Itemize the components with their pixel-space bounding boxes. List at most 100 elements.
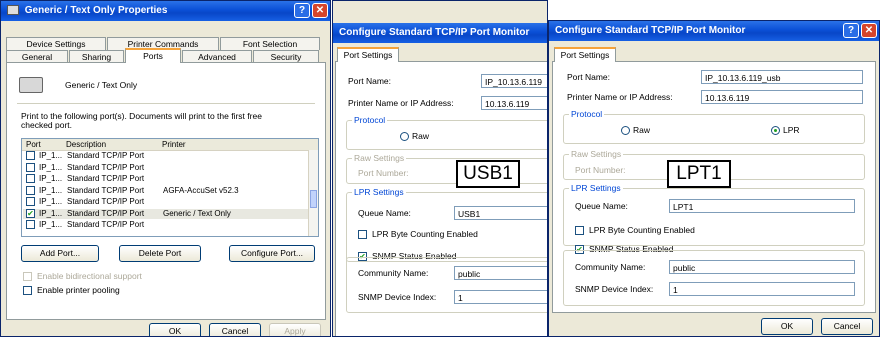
description-cell: Standard TCP/IP Port (67, 174, 145, 183)
description-cell: Standard TCP/IP Port (67, 220, 145, 229)
port-checkbox[interactable] (26, 197, 35, 206)
port-cell: IP_1... (39, 162, 63, 172)
lpt-snmp-index-field[interactable]: 1 (669, 282, 855, 296)
lpt-lpr-settings-group (563, 188, 865, 246)
pooling-checkbox[interactable] (23, 286, 32, 295)
usb-community-label: Community Name: (358, 268, 429, 278)
lpt-queue-field[interactable]: LPT1 (669, 199, 855, 213)
usb-title: Configure Standard TCP/IP Port Monitor (339, 27, 530, 38)
lpt-help-button[interactable]: ? (843, 23, 859, 38)
port-cell: IP_1... (39, 185, 63, 195)
lpt-close-button[interactable]: ✕ (861, 23, 877, 38)
lpt-lpr-settings-title: LPR Settings (569, 183, 623, 193)
port-cell: IP_1... (39, 151, 63, 160)
printer-name: Generic / Text Only (65, 80, 138, 90)
port-row[interactable]: IP_1... Standard TCP/IP Port (23, 151, 308, 161)
lpt-callout-label: LPT1 (667, 160, 731, 188)
lpt-tab-port-settings[interactable]: Port Settings (554, 47, 616, 62)
lpt-port-name-label: Port Name: (567, 72, 610, 82)
port-checkbox[interactable] (26, 174, 35, 183)
lpt-port-number-label: Port Number: (575, 165, 626, 175)
lpt-protocol-group (563, 114, 865, 144)
usb-queue-field[interactable]: USB1 (454, 206, 547, 220)
lpt-community-field[interactable]: public (669, 260, 855, 274)
col-description[interactable]: Description (66, 139, 106, 150)
usb-lpr-byte-label: LPR Byte Counting Enabled (372, 229, 478, 239)
port-row[interactable]: IP_1... Standard TCP/IP Port (23, 197, 308, 207)
ports-list[interactable]: Port Description Printer IP_1... Standard… (21, 138, 319, 237)
help-button[interactable]: ? (294, 3, 310, 18)
lpt-raw-radio[interactable] (621, 126, 630, 135)
port-cell: IP_1... (39, 220, 63, 229)
tab-device-settings[interactable]: Device Settings (6, 37, 106, 50)
usb-titlebar[interactable]: Configure Standard TCP/IP Port Monitor (333, 23, 547, 43)
lpt-cancel-button[interactable]: Cancel (821, 318, 873, 335)
divider (17, 103, 315, 104)
usb-tab-port-settings[interactable]: Port Settings (337, 47, 399, 62)
port-row[interactable]: IP_1... Standard TCP/IP Port AGFA-AccuSet … (23, 185, 308, 196)
lpt-title: Configure Standard TCP/IP Port Monitor (555, 25, 746, 36)
usb-snmp-index-field[interactable]: 1 (454, 290, 547, 304)
usb-lpr-byte-checkbox[interactable] (358, 230, 367, 239)
description-cell: Standard TCP/IP Port (67, 208, 145, 218)
port-cell: IP_1... (39, 208, 63, 218)
usb-port-name-field[interactable]: IP_10.13.6.119 (481, 74, 547, 88)
port-checkbox[interactable] (26, 162, 35, 172)
bidirectional-checkbox[interactable] (23, 272, 32, 281)
port-row[interactable]: IP_1... Standard TCP/IP Port (23, 220, 308, 230)
usb-queue-label: Queue Name: (358, 208, 411, 218)
col-port[interactable]: Port (26, 139, 41, 150)
tab-ports[interactable]: Ports (125, 48, 181, 63)
port-row[interactable]: ✔ IP_1... Standard TCP/IP Port Generic / Te… (23, 208, 308, 219)
configure-port-button[interactable]: Configure Port... (229, 245, 315, 262)
lpt-lpr-byte-label: LPR Byte Counting Enabled (589, 225, 695, 235)
lpt-queue-label: Queue Name: (575, 201, 628, 211)
lpt-lpr-byte-checkbox[interactable] (575, 226, 584, 235)
printer-icon (19, 77, 43, 93)
usb-port-name-label: Port Name: (348, 76, 391, 86)
port-cell: IP_1... (39, 197, 63, 206)
pooling-label: Enable printer pooling (37, 285, 120, 295)
port-row[interactable]: IP_1... Standard TCP/IP Port (23, 162, 308, 173)
lpt-lpr-radio[interactable] (771, 126, 780, 135)
add-port-button[interactable]: Add Port... (21, 245, 99, 262)
lpt-ok-button[interactable]: OK (761, 318, 813, 335)
port-checkbox[interactable]: ✔ (26, 208, 35, 218)
usb-raw-radio[interactable] (400, 132, 409, 141)
usb-community-field[interactable]: public (454, 266, 547, 280)
usb-config-window: Configure Standard TCP/IP Port Monitor P… (332, 0, 548, 337)
ok-button[interactable]: OK (149, 323, 201, 336)
ports-header: Port Description Printer (22, 139, 318, 151)
lpt-raw-label: Raw (633, 125, 651, 135)
bidirectional-label: Enable bidirectional support (37, 271, 142, 281)
col-printer[interactable]: Printer (162, 139, 186, 150)
usb-snmp-index-label: SNMP Device Index: (358, 292, 437, 302)
lpt-port-name-field[interactable]: IP_10.13.6.119_usb (701, 70, 863, 84)
close-button[interactable]: ✕ (312, 3, 328, 18)
lpt-snmp-group (563, 250, 865, 306)
lpt-panel: Port Name: IP_10.13.6.119_usb Printer Na… (552, 61, 876, 313)
delete-port-button[interactable]: Delete Port (119, 245, 201, 262)
description-cell: Standard TCP/IP Port (67, 185, 145, 195)
port-checkbox[interactable] (26, 185, 35, 195)
port-checkbox[interactable] (26, 220, 35, 229)
scrollbar[interactable] (308, 150, 318, 236)
port-cell: IP_1... (39, 174, 63, 183)
lpt-lpr-label: LPR (783, 125, 800, 135)
port-checkbox[interactable] (26, 151, 35, 160)
lpt-config-window: Configure Standard TCP/IP Port Monitor ?… (548, 20, 880, 337)
cancel-button[interactable]: Cancel (209, 323, 261, 336)
tab-font-selection[interactable]: Font Selection (220, 37, 320, 50)
apply-button: Apply (269, 323, 321, 336)
usb-printer-ip-field[interactable]: 10.13.6.119 (481, 96, 547, 110)
lpt-titlebar[interactable]: Configure Standard TCP/IP Port Monitor (549, 21, 879, 41)
printer-cell: AGFA-AccuSet v52.3 (163, 185, 239, 195)
usb-panel: Port Name: IP_10.13.6.119 Printer Name o… (335, 61, 547, 336)
lpt-printer-ip-field[interactable]: 10.13.6.119 (701, 90, 863, 104)
usb-lpr-settings-title: LPR Settings (352, 187, 406, 197)
properties-titlebar[interactable]: Generic / Text Only Properties (1, 1, 330, 21)
description-cell: Standard TCP/IP Port (67, 151, 145, 160)
port-row[interactable]: IP_1... Standard TCP/IP Port (23, 174, 308, 184)
scroll-thumb[interactable] (310, 190, 317, 208)
ports-panel: Generic / Text Only Print to the followi… (6, 62, 326, 320)
